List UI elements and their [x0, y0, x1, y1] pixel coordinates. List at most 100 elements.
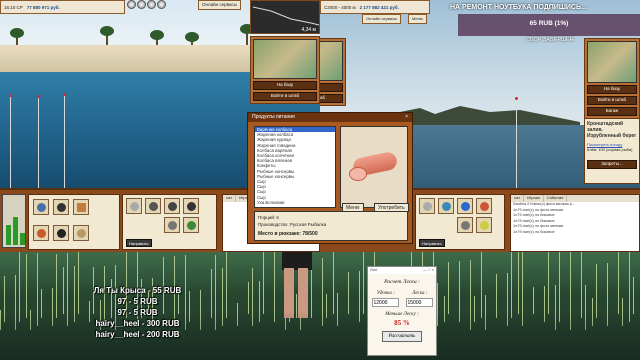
reed-stalk	[363, 252, 364, 314]
line-slot[interactable]	[164, 198, 180, 214]
weather-icon[interactable]	[127, 0, 136, 9]
food-list[interactable]: Варёная колбаса Жареная колбаса Жареная ку…	[254, 126, 336, 208]
reed-stalk	[263, 252, 264, 314]
game-time: 16:10 СР	[4, 4, 23, 10]
balance: 2 177 882 421 руб.	[359, 4, 399, 10]
line-tension-gauge	[2, 194, 26, 248]
bait-slot[interactable]	[476, 217, 492, 233]
reed-stalk	[56, 254, 57, 318]
depth-profile: 4,34 м	[250, 0, 320, 34]
bite-indicator-icon	[9, 94, 12, 97]
chat-panel: чат Игроки Событие Sardina 2 Imkwr(с) фо…	[510, 194, 640, 252]
portion-count: Порций: 6	[258, 215, 279, 220]
rod-slot[interactable]	[126, 198, 142, 214]
restrictions-button[interactable]: Запреты...	[587, 160, 637, 169]
to-base-button[interactable]: На базу	[320, 83, 343, 92]
webcam-feed: Ля Ты Крыса - 55 RUB 97 - 5 RUB 97 - 5 R…	[0, 252, 640, 360]
compass-icon[interactable]	[137, 0, 146, 9]
reed-stalk	[596, 264, 597, 318]
reel-slot[interactable]	[438, 198, 454, 214]
line-input[interactable]	[405, 298, 433, 307]
reed-stalk	[548, 252, 549, 314]
reed-stalk	[333, 252, 334, 314]
repair-button[interactable]: Натравить	[126, 239, 152, 247]
status-bar: 16:10 СР 77 880 971 руб.	[0, 0, 125, 14]
location-title: Кронштадский залив. Изрубленный берег	[587, 121, 637, 139]
spool-slot[interactable]	[476, 198, 492, 214]
to-base-button[interactable]: На базу	[587, 85, 637, 94]
rod-slot[interactable]	[419, 198, 435, 214]
rod-label: Удочка :	[376, 291, 395, 296]
tab-chat[interactable]: чат	[511, 195, 525, 202]
sausage-slice-icon	[349, 167, 367, 181]
bait-icon[interactable]	[157, 0, 166, 9]
bite-info: Клёв: 100 (сорная рыба)	[587, 147, 633, 152]
tab-events[interactable]: Событие	[544, 195, 568, 202]
reel-slot[interactable]	[33, 199, 49, 215]
calc-window-title: Лол	[370, 267, 378, 272]
donation-item: hairy__heel - 200 RUB	[95, 330, 180, 339]
repair-button[interactable]: Натравить	[419, 239, 445, 247]
spool-slot[interactable]	[183, 198, 199, 214]
window-controls[interactable]: — □ ×	[423, 267, 434, 274]
reed-stalk	[518, 252, 519, 314]
rod-1[interactable]	[516, 98, 517, 190]
hook-slot[interactable]	[164, 217, 180, 233]
tab-players[interactable]: Игроки	[524, 195, 544, 202]
bait-slot[interactable]	[183, 217, 199, 233]
location-map[interactable]	[253, 39, 317, 79]
food-item[interactable]: Уха Бочковая	[255, 200, 335, 205]
box-slot[interactable]	[53, 199, 69, 215]
clock-icon[interactable]	[147, 0, 156, 9]
donation-goal-box: 65 RUB (1%)	[458, 14, 640, 36]
enter-hq-button[interactable]: Войти в штаб	[587, 96, 637, 105]
enter-hq-button[interactable]: Войти в штаб	[253, 92, 317, 101]
donation-item: 97 - 5 RUB	[117, 297, 158, 306]
bite-indicator-icon	[37, 95, 40, 98]
pot-slot[interactable]	[53, 225, 69, 241]
line-slot[interactable]	[457, 198, 473, 214]
reed-stalk	[248, 282, 249, 314]
location-map-panel: На базу Войти в штаб	[250, 36, 320, 104]
chat-message: 1л79 сwrl(с) ло боковое	[513, 229, 555, 234]
rod-setup-box: Натравить	[122, 194, 217, 250]
tab-chat[interactable]: чат	[223, 195, 237, 202]
hook-slot[interactable]	[457, 217, 473, 233]
producer: Производство: Русская Рыбалка	[258, 222, 327, 227]
food-info: Порций: 6 Производство: Русская Рыбалка …	[254, 211, 408, 241]
calc-heading: Расчет Лески :	[384, 279, 420, 285]
bucket-slot[interactable]	[33, 225, 49, 241]
result-label: Меньше Леску :	[385, 312, 419, 317]
to-base-button[interactable]: На базу	[253, 81, 317, 90]
donation-goal-amount: 65 RUB (1%)	[529, 20, 569, 27]
enter-hq-button[interactable]: Войти в штаб	[320, 94, 343, 103]
rod-input[interactable]	[371, 298, 399, 307]
location-map[interactable]	[320, 41, 343, 81]
rod-setup-box: Натравить	[415, 194, 505, 250]
close-icon[interactable]: ×	[405, 114, 408, 121]
rod-3[interactable]	[64, 94, 65, 190]
reed-stalk	[448, 262, 449, 314]
bag-slot[interactable]	[73, 225, 89, 241]
reed-stalk	[633, 277, 634, 314]
calculate-button[interactable]: Рассчитать	[382, 331, 422, 342]
backpack-capacity: Место в рюкзаке: 78/500	[258, 231, 318, 237]
reed-stalk	[581, 252, 582, 318]
donation-item: 97 - 5 RUB	[117, 308, 158, 317]
food-preview	[340, 126, 408, 208]
menu-button[interactable]: Меню	[408, 14, 427, 24]
online-services-button[interactable]: Онлайн сервисы	[362, 14, 402, 24]
result-value: 85 %	[394, 319, 410, 327]
online-services-button[interactable]: Онлайн сервисы	[198, 0, 242, 10]
reel-slot[interactable]	[145, 198, 161, 214]
reed-stalk	[226, 252, 227, 318]
status-bar: С2000 - 4000 м 2 177 882 421 руб.	[320, 0, 430, 14]
region-map[interactable]	[587, 41, 637, 83]
rod-1[interactable]	[10, 95, 11, 190]
baggage-button[interactable]: Багаж	[587, 107, 637, 116]
donation-item: Ля Ты Крыса - 55 RUB	[93, 286, 182, 295]
location-map-panel: На базу Войти в штаб	[320, 38, 346, 106]
notebook-slot[interactable]	[73, 199, 89, 215]
rod-2[interactable]	[38, 96, 39, 190]
stream-goal-title: НА РЕМОНТ НОУТБУКА ПОДПИШИСЬ...	[450, 4, 587, 11]
